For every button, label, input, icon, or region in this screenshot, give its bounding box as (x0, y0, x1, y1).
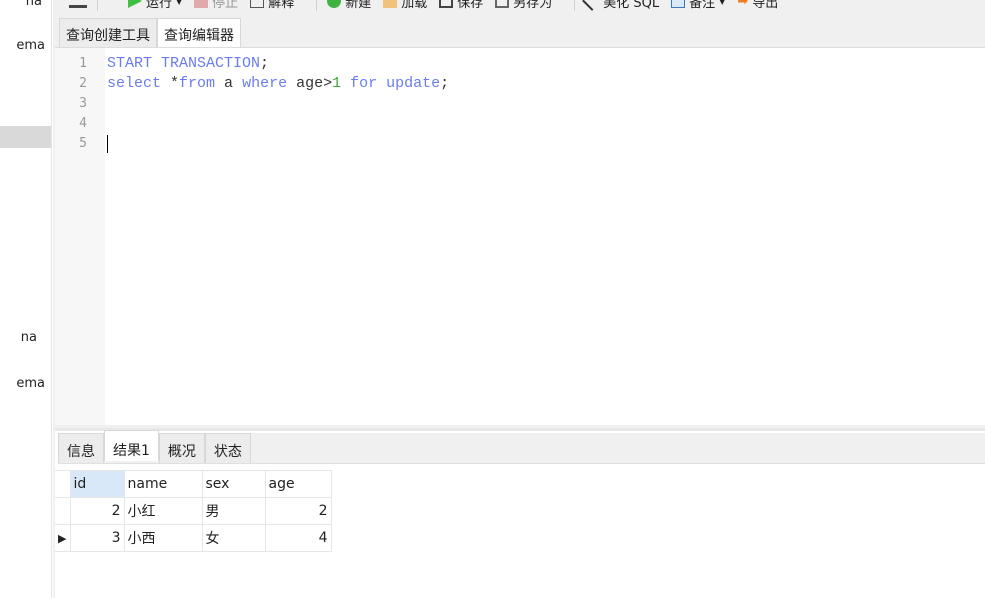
line-number: 1 (79, 56, 87, 71)
cell-age[interactable]: 2 (264, 497, 332, 525)
run-label: 运行 (146, 0, 173, 11)
beautify-label: 美化 SQL (603, 0, 660, 11)
save-button[interactable]: 保存 (439, 0, 483, 11)
identifier: age> (287, 75, 333, 92)
save-label: 保存 (457, 0, 484, 11)
table-row[interactable]: 2 小红 男 2 (55, 497, 332, 525)
navigation-sidebar: na ema na ema (0, 0, 52, 598)
tab-info[interactable]: 信息 (58, 433, 104, 463)
operator: * (161, 75, 180, 92)
query-tabs: 查询创建工具 查询编辑器 (59, 18, 241, 48)
punctuation: ; (260, 55, 270, 72)
column-header-id[interactable]: id (69, 470, 125, 498)
query-window: 运行 ▼ 停止 解释 新建 加载 保存 另存为 美化 SQL 备注 ▼ ➡ 导出 查询… (53, 0, 985, 598)
menu-icon[interactable] (69, 4, 87, 8)
folder-icon (383, 0, 398, 8)
explain-icon (250, 0, 265, 8)
tab-result-1[interactable]: 结果1 (104, 430, 159, 461)
save-icon (439, 0, 454, 8)
sql-editor[interactable]: 1 2 3 4 5 START TRANSACTION; select *fro… (55, 47, 985, 425)
punctuation: ; (440, 75, 450, 92)
plus-circle-icon (327, 0, 342, 8)
sidebar-item[interactable]: na (0, 330, 37, 345)
sidebar-selected-item[interactable] (0, 126, 51, 148)
grid-header: id name sex age (55, 470, 332, 498)
sidebar-item[interactable]: ema (0, 376, 45, 391)
code-line-2: select *from a where age>1 for update; (107, 75, 449, 92)
tab-profile[interactable]: 概况 (158, 433, 205, 463)
column-header-age[interactable]: age (264, 470, 332, 498)
cell-name[interactable]: 小西 (123, 524, 203, 552)
cell-name[interactable]: 小红 (123, 497, 203, 525)
run-button[interactable]: 运行 ▼ (128, 0, 182, 11)
result-tabs: 信息 结果1 概况 状态 (58, 430, 985, 464)
result-grid: id name sex age 2 小红 男 2 ▶ 3 小西 女 4 (55, 470, 332, 552)
load-label: 加载 (401, 0, 428, 11)
stop-button[interactable]: 停止 (194, 0, 238, 11)
keyword: from (179, 75, 216, 92)
comment-label: 备注 (689, 0, 716, 11)
chevron-down-icon[interactable]: ▼ (176, 0, 182, 6)
cell-sex[interactable]: 女 (201, 524, 266, 552)
keyword: START TRANSACTION (107, 55, 261, 72)
beautify-sql-button[interactable]: 美化 SQL (582, 0, 660, 11)
line-number: 2 (79, 76, 87, 91)
column-header-sex[interactable]: sex (201, 470, 266, 498)
comment-icon (671, 0, 686, 8)
sidebar-item-label: ema (16, 376, 45, 391)
load-button[interactable]: 加载 (383, 0, 427, 11)
keyword: for (341, 75, 378, 92)
sidebar-item-label: ema (16, 38, 45, 53)
export-button[interactable]: ➡ 导出 (737, 0, 778, 11)
column-header-name[interactable]: name (123, 470, 203, 498)
new-button[interactable]: 新建 (327, 0, 371, 11)
line-number: 5 (79, 136, 87, 151)
sidebar-item-label: na (20, 330, 37, 345)
comment-button[interactable]: 备注 ▼ (671, 0, 725, 11)
tab-query-builder[interactable]: 查询创建工具 (59, 18, 157, 47)
line-number: 3 (79, 96, 87, 111)
stop-label: 停止 (212, 0, 239, 11)
keyword: update (377, 75, 441, 92)
current-row-indicator-icon: ▶ (55, 524, 71, 552)
stop-icon (194, 0, 209, 8)
table-row[interactable]: ▶ 3 小西 女 4 (55, 524, 332, 552)
cell-id[interactable]: 2 (69, 497, 125, 525)
cell-id[interactable]: 3 (69, 524, 125, 552)
text-cursor (107, 135, 108, 153)
play-icon (128, 0, 142, 8)
line-number-gutter: 1 2 3 4 5 (55, 48, 105, 425)
code-line-1: START TRANSACTION; (107, 55, 269, 72)
cell-age[interactable]: 4 (264, 524, 332, 552)
cell-sex[interactable]: 男 (201, 497, 266, 525)
explain-label: 解释 (268, 0, 295, 11)
tab-query-editor[interactable]: 查询编辑器 (157, 18, 241, 48)
save-as-icon (495, 0, 510, 8)
tab-status[interactable]: 状态 (204, 433, 251, 463)
chevron-down-icon[interactable]: ▼ (719, 0, 725, 6)
row-indicator (55, 497, 71, 525)
new-label: 新建 (345, 0, 372, 11)
number: 1 (332, 75, 342, 92)
toolbar: 运行 ▼ 停止 解释 新建 加载 保存 另存为 美化 SQL 备注 ▼ ➡ 导出 (53, 0, 985, 12)
sidebar-item[interactable]: na (0, 0, 42, 9)
sidebar-item[interactable]: ema (0, 38, 45, 53)
results-panel: 信息 结果1 概况 状态 id name sex age 2 小红 男 2 ▶ (55, 428, 985, 598)
arrow-right-icon: ➡ (737, 0, 749, 9)
row-indicator-header (55, 470, 71, 498)
keyword: where (242, 75, 288, 92)
identifier: a (215, 75, 243, 92)
explain-button[interactable]: 解释 (250, 0, 294, 11)
keyword: select (107, 75, 162, 92)
wand-icon (582, 0, 603, 11)
save-as-label: 另存为 (513, 0, 553, 11)
save-as-button[interactable]: 另存为 (495, 0, 552, 11)
export-label: 导出 (752, 0, 779, 11)
line-number: 4 (79, 116, 87, 131)
